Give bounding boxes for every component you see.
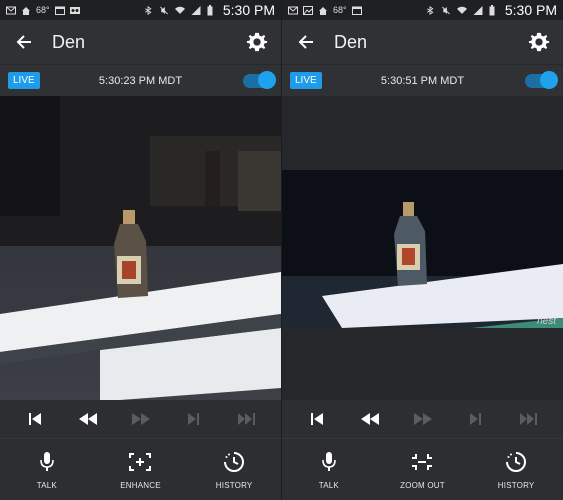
calendar-icon <box>351 6 362 15</box>
enhance-icon <box>129 453 152 471</box>
app-bar: Den <box>282 20 563 64</box>
status-bar: 68° 5:30 PM <box>0 0 281 20</box>
settings-button[interactable] <box>527 30 551 54</box>
talk-button[interactable]: TALK <box>7 449 87 490</box>
battery-icon <box>489 4 495 15</box>
arrow-left-icon <box>298 35 313 49</box>
enhance-label: ENHANCE <box>120 481 161 490</box>
mail-icon <box>288 6 298 14</box>
arrow-left-icon <box>16 35 31 49</box>
voicemail-icon <box>69 6 80 14</box>
rewind-icon <box>360 413 379 425</box>
enhance-button[interactable]: ENHANCE <box>100 449 180 490</box>
wifi-icon <box>174 6 185 14</box>
skip-to-live-button[interactable] <box>236 408 258 430</box>
skip-to-start-button[interactable] <box>306 408 328 430</box>
image-icon <box>303 5 313 15</box>
bluetooth-icon <box>426 5 434 15</box>
signal-icon <box>473 5 483 15</box>
live-bar: LIVE 5:30:23 PM MDT <box>0 64 281 96</box>
fast-forward-icon <box>413 413 432 425</box>
rewind-button[interactable] <box>77 408 99 430</box>
history-icon <box>506 452 527 472</box>
clock: 5:30 PM <box>222 2 275 18</box>
rewind-button[interactable] <box>359 408 381 430</box>
playback-controls <box>0 400 281 438</box>
video-frame: nest <box>282 96 563 400</box>
mail-icon <box>6 6 16 14</box>
step-forward-icon <box>469 413 481 425</box>
camera-panel-left: 68° 5:30 PM Den LIVE 5:30:23 PM MDT TALK… <box>0 0 281 500</box>
talk-label: TALK <box>318 481 339 490</box>
bluetooth-icon <box>144 5 152 15</box>
fast-forward-button[interactable] <box>130 408 152 430</box>
mute-icon <box>159 6 168 14</box>
zoom-out-icon <box>412 454 433 470</box>
microphone-icon <box>40 452 54 471</box>
skip-back-icon <box>310 413 323 425</box>
battery-icon <box>207 4 213 15</box>
temperature: 68° <box>333 5 347 15</box>
gear-icon <box>246 32 268 52</box>
playback-controls <box>282 400 563 438</box>
timestamp: 5:30:51 PM MDT <box>380 74 465 87</box>
rewind-icon <box>78 413 97 425</box>
skip-to-live-button[interactable] <box>518 408 540 430</box>
status-bar: 68° 5:30 PM <box>282 0 563 20</box>
camera-title: Den <box>334 31 368 52</box>
camera-video-feed[interactable] <box>0 96 281 400</box>
talk-button[interactable]: TALK <box>289 449 369 490</box>
video-frame <box>0 96 281 400</box>
home-icon <box>22 6 30 15</box>
live-toggle[interactable] <box>525 70 558 89</box>
live-bar: LIVE 5:30:51 PM MDT <box>282 64 563 96</box>
history-button[interactable]: HISTORY <box>476 449 556 490</box>
history-button[interactable]: HISTORY <box>194 449 274 490</box>
live-toggle[interactable] <box>243 70 276 89</box>
microphone-icon <box>322 452 336 471</box>
app-bar: Den <box>0 20 281 64</box>
action-bar: TALK ZOOM OUT HISTORY <box>282 438 563 500</box>
talk-label: TALK <box>36 481 57 490</box>
fast-forward-button[interactable] <box>412 408 434 430</box>
skip-forward-icon <box>237 413 255 425</box>
wifi-icon <box>456 6 467 14</box>
zoom-out-label: ZOOM OUT <box>400 481 445 490</box>
temperature: 68° <box>36 5 50 15</box>
back-button[interactable] <box>12 30 36 54</box>
skip-forward-icon <box>519 413 537 425</box>
history-icon <box>224 452 245 472</box>
signal-icon <box>191 5 201 15</box>
gear-icon <box>528 32 550 52</box>
home-icon <box>319 6 327 15</box>
zoom-out-button[interactable]: ZOOM OUT <box>382 449 462 490</box>
skip-back-icon <box>28 413 41 425</box>
camera-panel-right: 68° 5:30 PM Den LIVE 5:30:51 PM MDT nest… <box>282 0 563 500</box>
mute-icon <box>441 6 450 14</box>
clock: 5:30 PM <box>504 2 557 18</box>
skip-to-start-button[interactable] <box>24 408 46 430</box>
settings-button[interactable] <box>245 30 269 54</box>
history-label: HISTORY <box>215 481 253 490</box>
timestamp: 5:30:23 PM MDT <box>98 74 183 87</box>
calendar-icon <box>54 6 65 15</box>
camera-video-feed[interactable]: nest <box>282 96 563 400</box>
step-forward-button[interactable] <box>183 408 205 430</box>
step-forward-button[interactable] <box>465 408 487 430</box>
history-label: HISTORY <box>497 481 535 490</box>
fast-forward-icon <box>131 413 150 425</box>
step-forward-icon <box>187 413 199 425</box>
nest-watermark: nest <box>537 316 557 327</box>
back-button[interactable] <box>294 30 318 54</box>
camera-title: Den <box>52 31 86 52</box>
action-bar: TALK ENHANCE HISTORY <box>0 438 281 500</box>
